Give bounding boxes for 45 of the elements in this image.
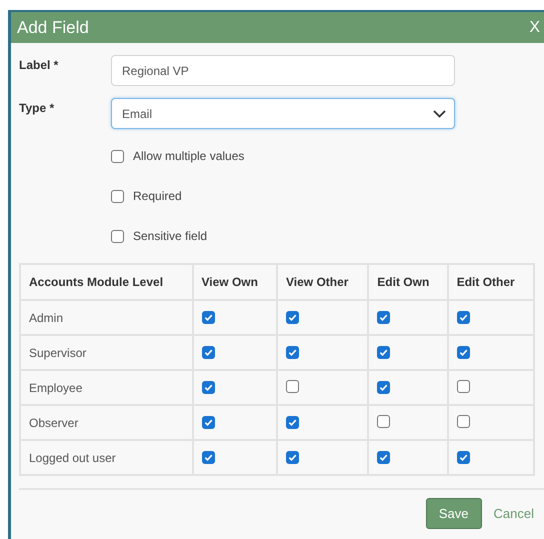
checkbox[interactable] xyxy=(111,230,124,242)
permission-checkbox[interactable] xyxy=(377,450,390,464)
table-cell: Employee xyxy=(20,370,192,405)
permission-checkbox[interactable] xyxy=(202,380,214,394)
permission-checkbox[interactable] xyxy=(456,414,470,428)
permission-checkbox[interactable] xyxy=(456,346,470,358)
permission-checkbox[interactable] xyxy=(202,450,214,464)
checkbox[interactable] xyxy=(111,190,124,202)
table-cell: Admin xyxy=(20,300,192,335)
chevron-down-icon xyxy=(433,110,446,118)
table-cell: Logged out user xyxy=(20,440,192,475)
permission-checkbox[interactable] xyxy=(286,380,299,392)
column-header: View Own xyxy=(192,264,277,300)
permission-checkbox[interactable] xyxy=(377,414,390,428)
column-header: Accounts Module Level xyxy=(20,264,192,300)
input-field[interactable]: Regional VP xyxy=(111,55,455,86)
column-header: View Other xyxy=(276,264,368,300)
table-cell: Observer xyxy=(20,405,192,440)
permission-checkbox[interactable] xyxy=(286,310,299,324)
permission-checkbox[interactable] xyxy=(377,310,390,324)
permission-checkbox[interactable] xyxy=(202,416,214,428)
dialog-title: Add Field xyxy=(17,18,89,38)
permission-checkbox[interactable] xyxy=(456,450,470,464)
permission-checkbox[interactable] xyxy=(202,310,214,324)
column-header: Edit Own xyxy=(368,264,448,300)
table-cell: Supervisor xyxy=(20,335,192,370)
field-label: Type * xyxy=(19,100,56,115)
permission-checkbox[interactable] xyxy=(286,450,299,464)
checkbox-label: Required xyxy=(133,189,182,203)
column-header: Edit Other xyxy=(448,264,534,300)
permission-checkbox[interactable] xyxy=(286,416,299,428)
checkbox[interactable] xyxy=(111,150,124,162)
permission-checkbox[interactable] xyxy=(456,380,470,392)
permission-checkbox[interactable] xyxy=(456,310,470,324)
checkbox-label: Allow multiple values xyxy=(133,149,244,163)
permission-checkbox[interactable] xyxy=(202,346,214,358)
cancel-link[interactable]: Cancel xyxy=(494,506,534,521)
permission-checkbox[interactable] xyxy=(377,380,390,394)
field-label: Label * xyxy=(19,57,60,72)
permission-checkbox[interactable] xyxy=(377,346,390,358)
close-button[interactable]: X xyxy=(529,18,540,36)
save-button[interactable]: Save xyxy=(426,498,482,529)
permission-checkbox[interactable] xyxy=(286,346,299,358)
type-select[interactable]: Email xyxy=(111,98,455,129)
checkbox-label: Sensitive field xyxy=(133,229,208,243)
